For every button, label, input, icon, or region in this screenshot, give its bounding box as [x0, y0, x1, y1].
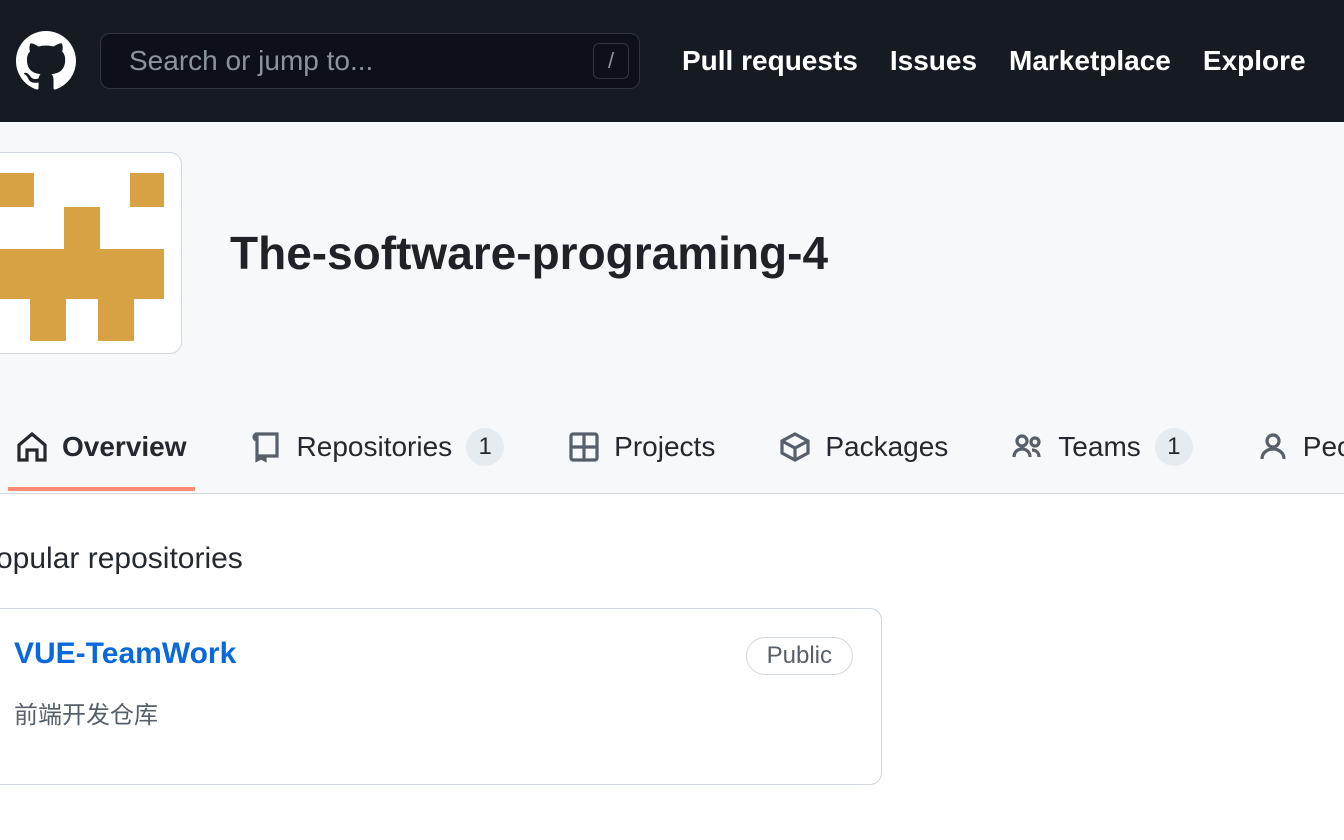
github-logo[interactable] [16, 31, 76, 91]
people-icon [1012, 431, 1044, 463]
repo-card-header: VUE-TeamWork Public [14, 637, 853, 675]
search-input[interactable]: Search or jump to... / [100, 33, 640, 89]
popular-repos-heading: opular repositories [0, 542, 1344, 576]
github-mark-icon [16, 31, 76, 91]
repo-icon [251, 431, 283, 463]
slash-key-hint: / [593, 43, 629, 79]
org-avatar[interactable] [0, 152, 182, 354]
org-title-row: The-software-programing-4 [0, 152, 1344, 410]
tab-people[interactable]: People [1249, 413, 1344, 491]
nav-issues[interactable]: Issues [890, 45, 977, 77]
nav-pull-requests[interactable]: Pull requests [682, 45, 858, 77]
home-icon [16, 431, 48, 463]
project-icon [568, 431, 600, 463]
teams-count: 1 [1155, 428, 1193, 466]
repo-count: 1 [466, 428, 504, 466]
repo-card: VUE-TeamWork Public 前端开发仓库 [0, 608, 882, 785]
global-header: Search or jump to... / Pull requests Iss… [0, 0, 1344, 122]
tab-teams[interactable]: Teams 1 [1004, 410, 1200, 494]
search-placeholder: Search or jump to... [129, 45, 373, 77]
visibility-badge: Public [746, 637, 853, 675]
repo-description: 前端开发仓库 [14, 695, 853, 730]
tab-repositories[interactable]: Repositories 1 [243, 410, 513, 494]
repo-link[interactable]: VUE-TeamWork [14, 637, 236, 671]
main-content: opular repositories VUE-TeamWork Public … [0, 494, 1344, 785]
nav-marketplace[interactable]: Marketplace [1009, 45, 1171, 77]
header-nav: Pull requests Issues Marketplace Explore [682, 45, 1306, 77]
nav-explore[interactable]: Explore [1203, 45, 1306, 77]
tab-label: People [1303, 431, 1344, 463]
tab-label: Repositories [297, 431, 453, 463]
package-icon [779, 431, 811, 463]
tab-label: Packages [825, 431, 948, 463]
tab-packages[interactable]: Packages [771, 413, 956, 491]
tab-label: Teams [1058, 431, 1140, 463]
tab-label: Overview [62, 431, 187, 463]
tab-projects[interactable]: Projects [560, 413, 723, 491]
person-icon [1257, 431, 1289, 463]
tab-label: Projects [614, 431, 715, 463]
org-tabs: Overview Repositories 1 Projects Package… [0, 410, 1344, 494]
org-name: The-software-programing-4 [230, 226, 828, 280]
tab-overview[interactable]: Overview [8, 413, 195, 491]
org-header: The-software-programing-4 Overview Repos… [0, 122, 1344, 494]
